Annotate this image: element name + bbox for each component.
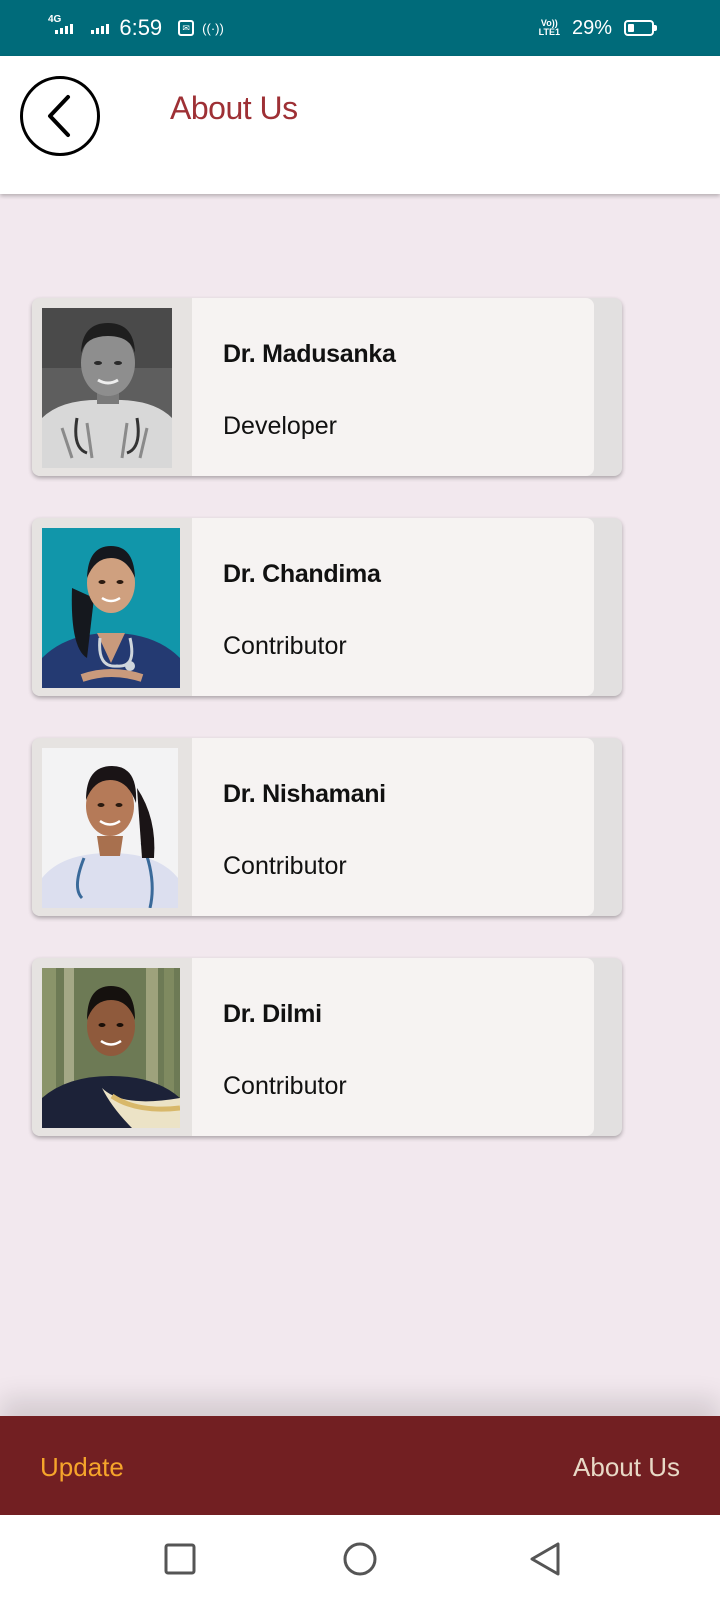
volte-bottom: LTE1 (538, 27, 560, 37)
member-role: Developer (223, 412, 337, 440)
bottom-nav: Update About Us (0, 1416, 720, 1515)
photo-frame (32, 298, 192, 476)
card-info: Dr. Nishamani Contributor (192, 738, 594, 916)
volte-indicator: Vo)) LTE1 (539, 19, 560, 37)
team-card-chandima[interactable]: Dr. Chandima Contributor (32, 518, 622, 696)
avatar (42, 748, 178, 908)
wireless-signal-icon: ((·)) (202, 20, 224, 36)
back-button[interactable] (20, 76, 100, 156)
message-box-icon: ✉ (178, 20, 195, 36)
circle-icon (343, 1542, 377, 1576)
member-role: Contributor (223, 632, 347, 660)
battery-percent: 29% (571, 16, 612, 39)
team-list: Dr. Madusanka Developer Dr. Chandima Con… (32, 298, 624, 1178)
status-bar: 4G 6:59 ✉ ((·)) Vo)) LTE1 29% (0, 0, 720, 56)
photo-frame (32, 958, 192, 1136)
member-role: Contributor (223, 852, 347, 880)
team-card-madusanka[interactable]: Dr. Madusanka Developer (32, 298, 622, 476)
member-name: Dr. Madusanka (223, 340, 396, 368)
battery-icon (624, 20, 657, 36)
triangle-back-icon (530, 1542, 560, 1576)
system-back-button[interactable] (528, 1541, 564, 1577)
system-nav-bar (0, 1515, 720, 1600)
member-name: Dr. Chandima (223, 560, 381, 588)
status-bar-right: Vo)) LTE1 29% (539, 12, 657, 44)
card-info: Dr. Madusanka Developer (192, 298, 594, 476)
nav-about-us[interactable]: About Us (573, 1452, 680, 1483)
battery-level (628, 24, 634, 32)
avatar (42, 968, 180, 1128)
photo-frame (32, 518, 192, 696)
avatar (42, 308, 172, 468)
clock: 6:59 (119, 15, 163, 40)
page-title: About Us (170, 90, 298, 126)
status-bar-left: 4G 6:59 ✉ ((·)) (48, 12, 224, 44)
photo-frame (32, 738, 192, 916)
member-role: Contributor (223, 1072, 347, 1100)
nav-update[interactable]: Update (40, 1452, 124, 1483)
recents-button[interactable] (162, 1541, 198, 1577)
signal-icon-2 (91, 22, 110, 34)
avatar (42, 528, 180, 688)
card-info: Dr. Dilmi Contributor (192, 958, 594, 1136)
team-card-dilmi[interactable]: Dr. Dilmi Contributor (32, 958, 622, 1136)
team-card-nishamani[interactable]: Dr. Nishamani Contributor (32, 738, 622, 916)
home-button[interactable] (342, 1541, 378, 1577)
network-type: 4G (48, 14, 62, 25)
member-name: Dr. Nishamani (223, 780, 386, 808)
member-name: Dr. Dilmi (223, 1000, 322, 1028)
square-icon (164, 1543, 196, 1575)
card-info: Dr. Chandima Contributor (192, 518, 594, 696)
app-bar: About Us (0, 56, 720, 194)
chevron-left-icon (48, 95, 70, 137)
